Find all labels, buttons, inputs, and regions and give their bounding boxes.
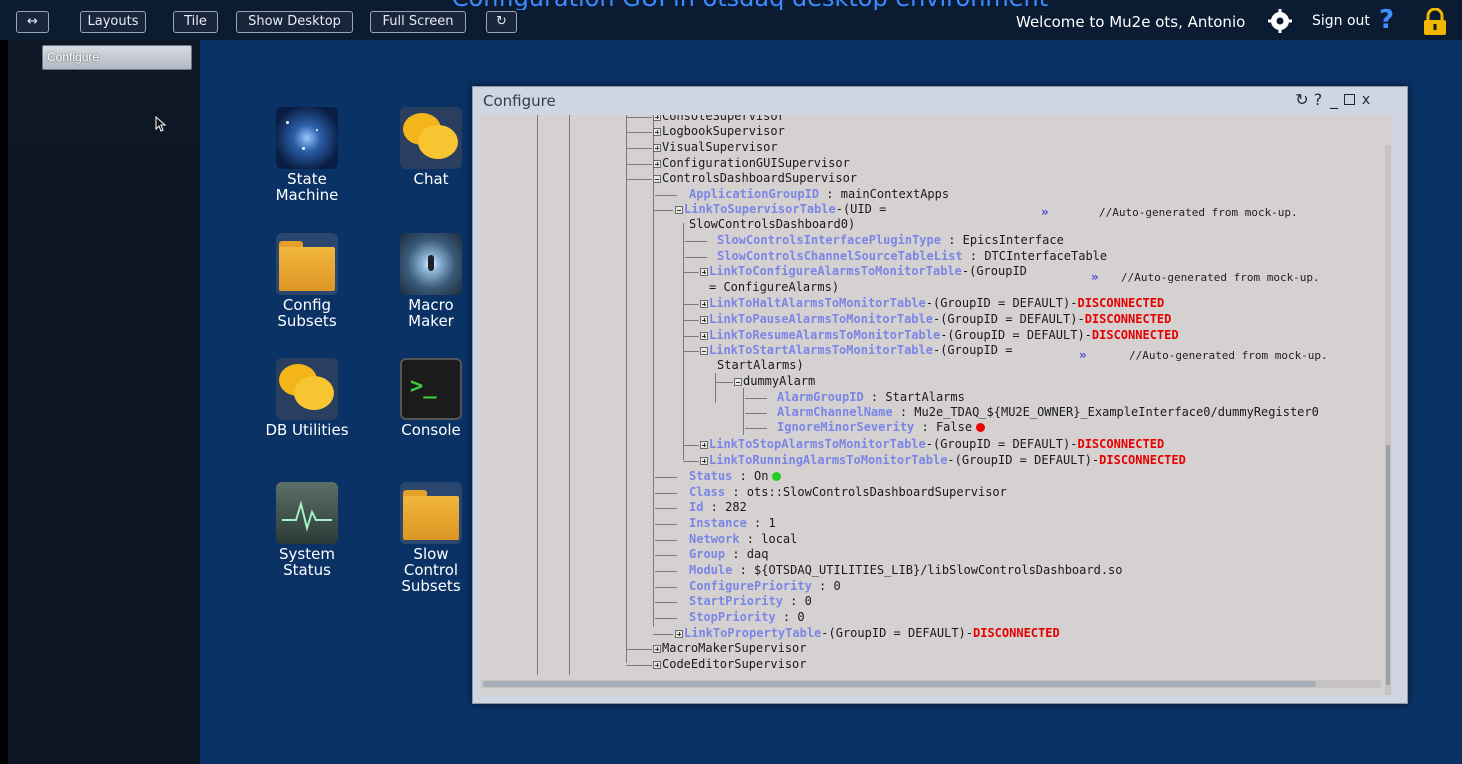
expand-sidebar-button[interactable]: ↔ [16, 11, 49, 33]
tree-leaf[interactable]: StopPriority : 0 [653, 610, 805, 625]
chat-icon [276, 358, 338, 420]
tree-node[interactable]: LinkToResumeAlarmsToMonitorTable-(GroupI… [683, 328, 1179, 343]
tree-leaf[interactable]: AlarmGroupID : StartAlarms [743, 390, 965, 405]
status-on-dot-icon [772, 472, 782, 481]
help-question-icon[interactable]: ? [1379, 6, 1394, 34]
maximize-icon [1343, 94, 1355, 105]
desktop-icon-label: DB Utilities [265, 421, 349, 439]
tree-leaf[interactable]: IgnoreMinorSeverity : False [743, 420, 986, 435]
sign-out-link[interactable]: Sign out [1312, 13, 1370, 29]
sidebar-item-configure[interactable]: Configure [42, 45, 192, 70]
window-refresh-button[interactable]: ↻ [1295, 90, 1309, 110]
arrow-icon[interactable]: » [1091, 270, 1099, 284]
system-status-icon [276, 482, 338, 544]
tree-leaf[interactable]: StartPriority : 0 [653, 594, 812, 609]
arrow-icon[interactable]: » [1041, 205, 1049, 219]
desktop-icon-db-utilities[interactable]: DB Utilities [247, 358, 367, 438]
folder-icon [276, 233, 338, 295]
welcome-text: Welcome to Mu2e ots, Antonio [1016, 13, 1246, 31]
tree-node[interactable]: LinkToPropertyTable-(GroupID = DEFAULT)-… [653, 626, 1060, 641]
desktop-icon-config-subsets[interactable]: Config Subsets [247, 233, 367, 329]
tree-node[interactable]: ConfigurationGUISupervisor [626, 156, 850, 171]
window-maximize-button[interactable] [1341, 90, 1357, 110]
desktop-icon-label: State Machine [275, 170, 339, 204]
minimize-icon: _ [1330, 90, 1338, 109]
horizontal-scrollbar[interactable] [481, 680, 1381, 688]
tree-leaf[interactable]: Module : ${OTSDAQ_UTILITIES_LIB}/libSlow… [653, 563, 1123, 578]
tree-node[interactable]: ConsoleSupervisor [626, 115, 785, 124]
tree-node[interactable]: LinkToStopAlarmsToMonitorTable-(GroupID … [683, 437, 1164, 452]
tree-leaf[interactable]: Group : daq [653, 547, 768, 562]
full-screen-button[interactable]: Full Screen [370, 11, 466, 33]
tree-node[interactable]: LinkToStartAlarmsToMonitorTable-(GroupID… [683, 343, 1012, 358]
tree-leaf[interactable]: ConfigurePriority : 0 [653, 579, 841, 594]
tree-leaf[interactable]: AlarmChannelName : Mu2e_TDAQ_${MU2E_OWNE… [743, 405, 1319, 420]
vertical-scrollbar[interactable] [1385, 145, 1391, 695]
horizontal-scrollbar-thumb[interactable] [483, 681, 1316, 687]
comment-text: //Auto-generated from mock-up. [1121, 271, 1320, 284]
folder-icon [400, 482, 462, 544]
tree-node[interactable]: ControlsDashboardSupervisor [626, 171, 857, 186]
layouts-button[interactable]: Layouts [80, 11, 146, 33]
tree-node[interactable]: LogbookSupervisor [626, 124, 785, 139]
desktop-icon-system-status[interactable]: System Status [247, 482, 367, 578]
double-arrow-icon: ↔ [27, 14, 38, 29]
desktop-icon-label: System Status [279, 545, 335, 579]
refresh-icon: ↻ [1295, 90, 1309, 109]
tree-node[interactable]: CodeEditorSupervisor [626, 657, 807, 672]
top-bar: Configuration GUI in otsdaq desktop envi… [0, 0, 1462, 40]
window-content: ConsoleSupervisor LogbookSupervisor Visu… [481, 115, 1393, 695]
tree-leaf[interactable]: Status : On [653, 469, 782, 484]
macro-maker-icon [400, 233, 462, 295]
tile-button[interactable]: Tile [173, 11, 218, 33]
tree-node[interactable]: dummyAlarm [715, 374, 815, 389]
refresh-icon: ↻ [496, 14, 507, 29]
tree-node[interactable]: VisualSupervisor [626, 140, 778, 155]
tree-leaf[interactable]: Instance : 1 [653, 516, 776, 531]
console-icon: >_ [400, 358, 462, 420]
window-help-button[interactable]: ? [1311, 90, 1325, 110]
tree-leaf[interactable]: Class : ots::SlowControlsDashboardSuperv… [653, 485, 1007, 500]
chat-icon [400, 107, 462, 169]
tree-node[interactable]: MacroMakerSupervisor [626, 641, 807, 656]
tree-node[interactable]: LinkToPauseAlarmsToMonitorTable-(GroupID… [683, 312, 1171, 327]
tree-node[interactable]: LinkToHaltAlarmsToMonitorTable-(GroupID … [683, 296, 1164, 311]
comment-text: //Auto-generated from mock-up. [1129, 349, 1328, 362]
close-icon: x [1361, 92, 1371, 108]
desktop-icon-label: Config Subsets [277, 296, 337, 330]
configure-window[interactable]: Configure ↻ ? _ x ConsoleSupervisor Logb… [472, 86, 1408, 704]
tree-node[interactable]: LinkToConfigureAlarmsToMonitorTable-(Gro… [683, 264, 1027, 279]
arrow-icon[interactable]: » [1079, 348, 1087, 362]
tree-leaf[interactable]: ApplicationGroupID : mainContextApps [653, 187, 949, 202]
tree-leaf[interactable]: Network : local [653, 532, 797, 547]
window-minimize-button[interactable]: _ [1327, 90, 1341, 110]
state-machine-icon [276, 107, 338, 169]
vertical-scrollbar-thumb[interactable] [1386, 445, 1390, 685]
tree-node[interactable]: LinkToRunningAlarmsToMonitorTable-(Group… [683, 453, 1186, 468]
window-title: Configure [483, 92, 556, 110]
show-desktop-button[interactable]: Show Desktop [236, 11, 353, 33]
tree-leaf[interactable]: SlowControlsInterfacePluginType : EpicsI… [683, 233, 1064, 248]
tree-node[interactable]: LinkToSupervisorTable-(UID = [653, 202, 886, 217]
tree-value: StartAlarms) [717, 358, 804, 372]
window-sidebar: Configure [0, 40, 200, 764]
refresh-button[interactable]: ↻ [486, 11, 517, 33]
tree-leaf[interactable]: Id : 282 [653, 500, 747, 515]
tree-value: = ConfigureAlarms) [709, 280, 840, 294]
tree-value: SlowControlsDashboard0) [689, 217, 856, 231]
mouse-pointer-icon [155, 115, 167, 137]
config-tree: ConsoleSupervisor LogbookSupervisor Visu… [481, 115, 1393, 675]
overlay-caption: Configuration GUI in otsdaq desktop envi… [340, 0, 1160, 10]
window-close-button[interactable]: x [1359, 90, 1373, 110]
status-false-dot-icon [976, 423, 986, 432]
comment-text: //Auto-generated from mock-up. [1099, 206, 1298, 219]
desktop-icon-state-machine[interactable]: State Machine [247, 107, 367, 203]
tree-leaf[interactable]: SlowControlsChannelSourceTableList : DTC… [683, 249, 1107, 264]
settings-gear-icon[interactable] [1268, 9, 1292, 33]
lock-icon[interactable] [1422, 7, 1448, 36]
